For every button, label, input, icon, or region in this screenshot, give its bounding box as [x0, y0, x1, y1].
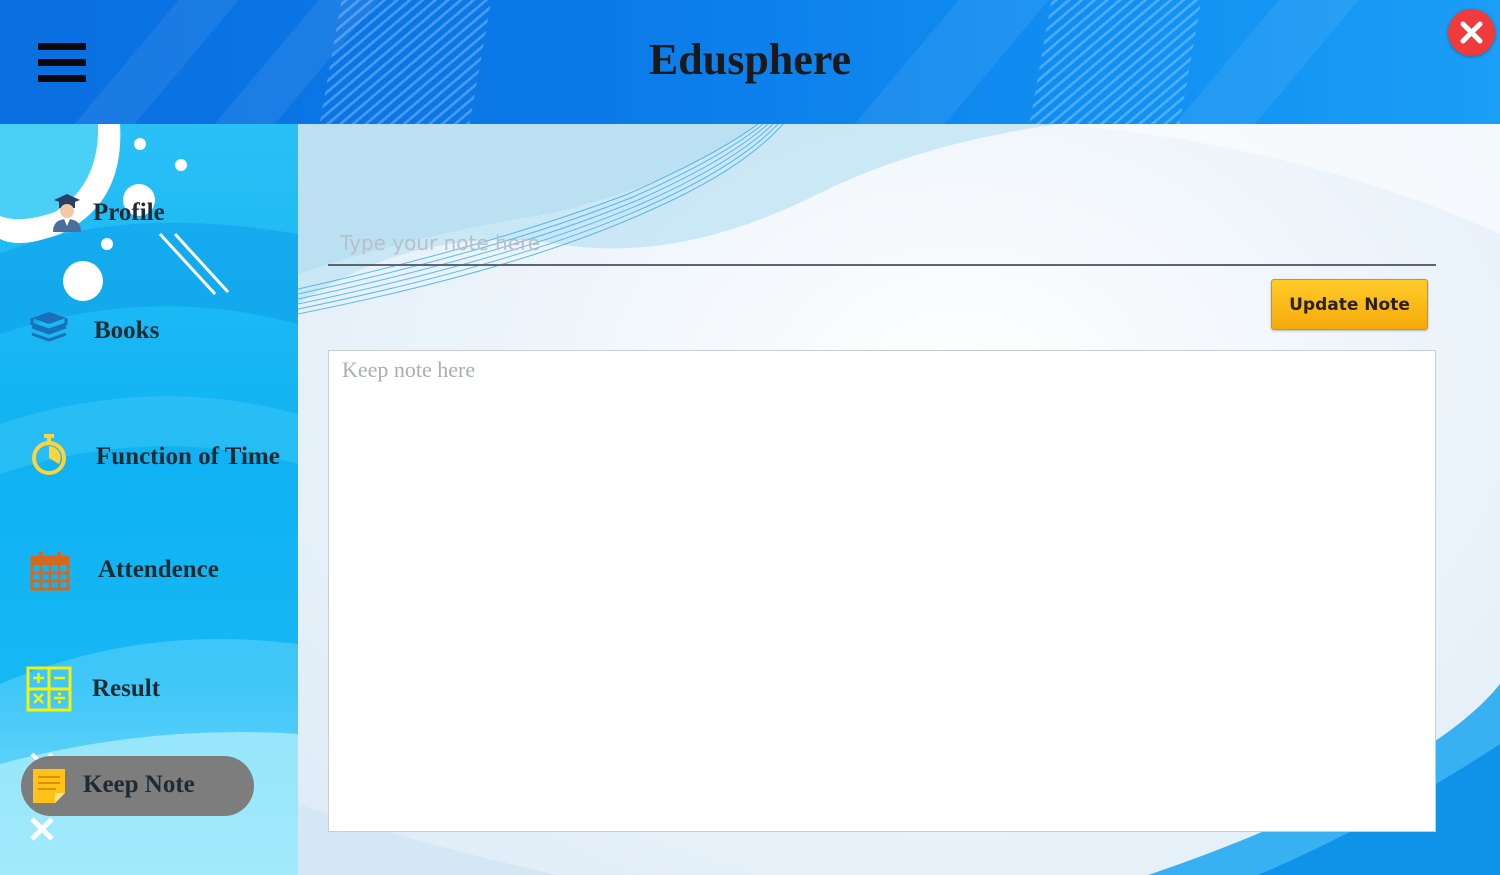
- calculator-icon: [26, 666, 72, 712]
- app-title: Edusphere: [648, 35, 852, 84]
- update-note-button[interactable]: Update Note: [1271, 279, 1428, 330]
- sidebar-item-label: Result: [92, 675, 161, 702]
- sidebar-item-keep-note[interactable]: Keep Note: [0, 756, 298, 816]
- books-icon: [30, 312, 68, 342]
- sidebar-item-label: Attendence: [98, 556, 219, 583]
- sidebar-item-label: Profile: [93, 199, 165, 226]
- note-body-textarea[interactable]: [328, 350, 1436, 832]
- sidebar-item-label: Books: [94, 317, 160, 344]
- note-title-input[interactable]: [328, 222, 1436, 266]
- sidebar-item-books[interactable]: Books: [0, 302, 298, 362]
- sticky-note-icon: [33, 769, 65, 803]
- sidebar-item-attendence[interactable]: Attendence: [0, 541, 298, 601]
- close-icon: [1460, 21, 1483, 44]
- sidebar-item-label: Keep Note: [83, 771, 195, 798]
- sidebar: Profile Books Function of Time Attendenc…: [0, 124, 298, 875]
- sidebar-item-profile[interactable]: Profile: [0, 184, 298, 244]
- sidebar-item-function-of-time[interactable]: Function of Time: [0, 428, 298, 488]
- sidebar-item-result[interactable]: Result: [0, 660, 298, 720]
- calendar-icon: [30, 552, 70, 591]
- close-button[interactable]: [1448, 9, 1495, 56]
- stopwatch-icon: [32, 434, 66, 475]
- graduate-icon: [53, 194, 81, 232]
- title-bar: Edusphere: [0, 0, 1500, 124]
- sidebar-item-label: Function of Time: [96, 443, 280, 470]
